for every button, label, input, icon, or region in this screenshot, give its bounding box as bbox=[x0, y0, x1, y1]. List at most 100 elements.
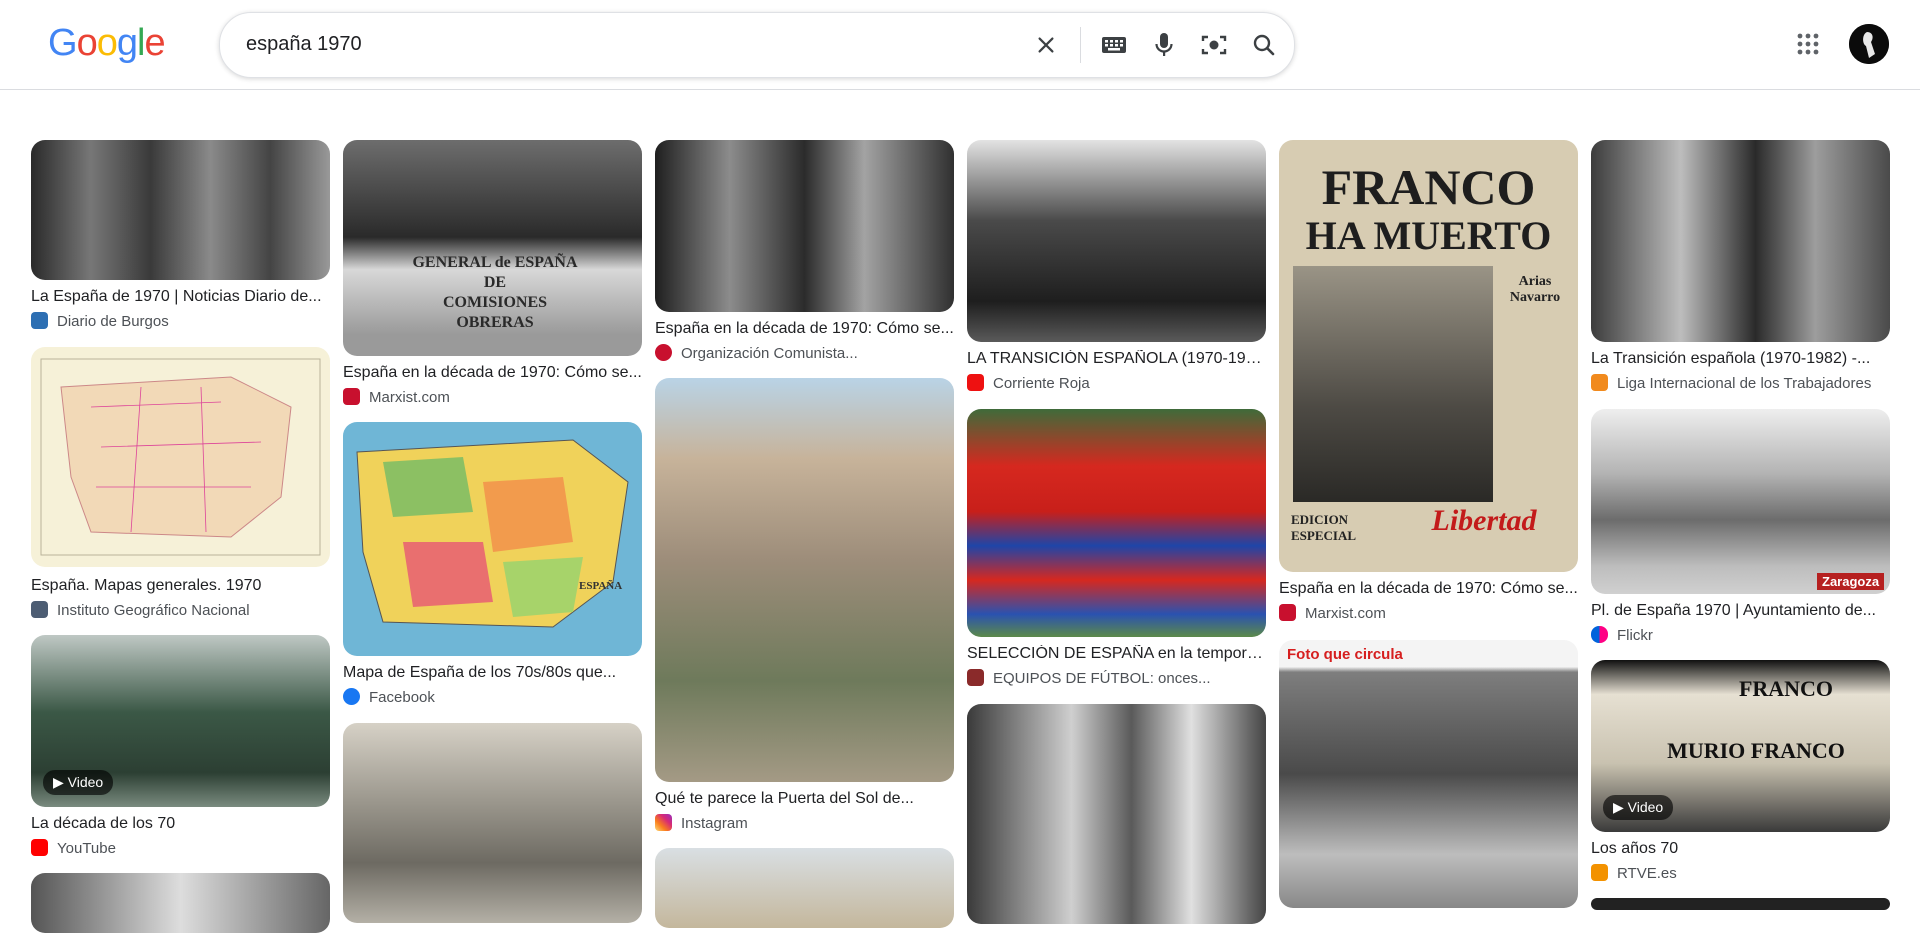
result-image[interactable] bbox=[967, 704, 1266, 924]
result-title[interactable]: La década de los 70 bbox=[31, 815, 330, 833]
top-bar: Google españa 1970 bbox=[0, 0, 1920, 90]
result-source[interactable]: Liga Internacional de los Trabajadores bbox=[1591, 374, 1890, 392]
result-source[interactable]: Instituto Geográfico Nacional bbox=[31, 601, 330, 619]
result-image[interactable] bbox=[31, 873, 330, 933]
google-logo[interactable]: Google bbox=[48, 22, 166, 65]
facebook-icon bbox=[343, 688, 360, 705]
result-image[interactable]: ESPAÑA bbox=[343, 422, 642, 656]
result-source-name: Corriente Roja bbox=[993, 375, 1090, 392]
result-title[interactable]: La Transición española (1970-1982) -... bbox=[1591, 350, 1890, 368]
result-source[interactable]: Flickr bbox=[1591, 626, 1890, 644]
search-box[interactable]: españa 1970 bbox=[219, 12, 1295, 78]
result-title[interactable]: Los años 70 bbox=[1591, 840, 1890, 858]
star-icon bbox=[967, 374, 984, 391]
result-source[interactable]: Marxist.com bbox=[343, 388, 642, 406]
edition-text: EDICION ESPECIAL bbox=[1291, 512, 1357, 543]
result-title[interactable]: Pl. de España 1970 | Ayuntamiento de... bbox=[1591, 602, 1890, 620]
result-source[interactable]: Marxist.com bbox=[1279, 604, 1578, 622]
banner-text: DE bbox=[483, 274, 507, 291]
result-image[interactable]: MURIO FRANCO FRANCO ▶ Video bbox=[1591, 660, 1890, 832]
voice-search-button[interactable] bbox=[1146, 27, 1182, 63]
newspaper-title: Libertad bbox=[1431, 504, 1537, 537]
map-illustration bbox=[40, 358, 321, 556]
result-image[interactable] bbox=[31, 140, 330, 280]
microphone-icon bbox=[1155, 33, 1173, 56]
result-image[interactable]: Zaragoza bbox=[1591, 409, 1890, 594]
banner-text: GENERAL de ESPAÑA bbox=[412, 254, 578, 271]
video-badge-label: Video bbox=[67, 774, 104, 790]
result-source[interactable]: Facebook bbox=[343, 688, 642, 706]
result-title[interactable]: Mapa de España de los 70s/80s que... bbox=[343, 664, 642, 682]
result-title[interactable]: España. Mapas generales. 1970 bbox=[31, 577, 330, 595]
avatar-image bbox=[1849, 24, 1889, 64]
search-button[interactable] bbox=[1246, 27, 1282, 63]
search-icon bbox=[1253, 34, 1275, 56]
result-source[interactable]: Corriente Roja bbox=[967, 374, 1266, 392]
result-source[interactable]: Instagram bbox=[655, 814, 954, 832]
video-badge: ▶ Video bbox=[1603, 795, 1674, 820]
result-image[interactable] bbox=[31, 347, 330, 567]
result-source[interactable]: EQUIPOS DE FÚTBOL: onces... bbox=[967, 669, 1266, 687]
logo-letter: o bbox=[76, 22, 98, 64]
keyboard-icon bbox=[1102, 37, 1126, 53]
flickr-icon bbox=[1591, 626, 1608, 643]
result-source[interactable]: Diario de Burgos bbox=[31, 312, 330, 330]
headline-text: FRANCO bbox=[1321, 159, 1536, 215]
result-image[interactable] bbox=[655, 378, 954, 782]
instagram-icon bbox=[655, 814, 672, 831]
result-title[interactable]: La España de 1970 | Noticias Diario de..… bbox=[31, 288, 330, 306]
result-source[interactable]: YouTube bbox=[31, 839, 330, 857]
result-source-name: Organización Comunista... bbox=[681, 345, 858, 362]
logo-letter: g bbox=[116, 22, 138, 64]
result-source-name: Diario de Burgos bbox=[57, 313, 169, 330]
lens-search-button[interactable] bbox=[1196, 27, 1232, 63]
result-source-name: Instituto Geográfico Nacional bbox=[57, 602, 250, 619]
result-title[interactable]: LA TRANSICIÓN ESPAÑOLA (1970-1982... bbox=[967, 350, 1266, 368]
camera-icon bbox=[1201, 35, 1227, 55]
result-source-name: Marxist.com bbox=[1305, 605, 1386, 622]
result-source-name: Marxist.com bbox=[369, 389, 450, 406]
site-favicon bbox=[1591, 374, 1608, 391]
logo-letter: l bbox=[136, 22, 146, 64]
headline-text: MURIO FRANCO bbox=[1667, 738, 1845, 763]
result-image[interactable] bbox=[1591, 898, 1890, 910]
sidebar-text: Arias Navarro bbox=[1509, 274, 1561, 305]
result-source-name: Liga Internacional de los Trabajadores bbox=[1617, 375, 1872, 392]
map-label: ESPAÑA bbox=[579, 580, 623, 592]
result-image[interactable] bbox=[655, 848, 954, 928]
result-image[interactable]: ▶ Video bbox=[31, 635, 330, 807]
result-image[interactable] bbox=[655, 140, 954, 312]
result-title[interactable]: España en la década de 1970: Cómo se... bbox=[343, 364, 642, 382]
result-image[interactable]: GENERAL de ESPAÑA DE COMISIONES OBRERAS bbox=[343, 140, 642, 356]
result-image[interactable] bbox=[1591, 140, 1890, 342]
search-input[interactable]: españa 1970 bbox=[246, 33, 362, 56]
result-source-name: Flickr bbox=[1617, 627, 1653, 644]
site-favicon bbox=[31, 601, 48, 618]
apps-button[interactable] bbox=[1792, 28, 1824, 60]
result-source-name: EQUIPOS DE FÚTBOL: onces... bbox=[993, 670, 1211, 687]
keyboard-button[interactable] bbox=[1096, 27, 1132, 63]
result-source-name: Facebook bbox=[369, 689, 435, 706]
portrait-photo bbox=[1293, 266, 1493, 502]
result-image[interactable] bbox=[967, 140, 1266, 342]
headline-text: FRANCO bbox=[1738, 676, 1834, 701]
result-image[interactable]: FRANCO HA MUERTO Arias Navarro EDICION E… bbox=[1279, 140, 1578, 572]
result-title[interactable]: SELECCIÓN DE ESPAÑA en la temporad... bbox=[967, 645, 1266, 663]
result-source[interactable]: RTVE.es bbox=[1591, 864, 1890, 882]
logo-letter: G bbox=[48, 22, 78, 64]
site-favicon bbox=[967, 669, 984, 686]
logo-letter: e bbox=[144, 22, 165, 64]
clear-button[interactable] bbox=[1028, 27, 1064, 63]
result-source[interactable]: Organización Comunista... bbox=[655, 344, 954, 362]
result-image[interactable] bbox=[343, 723, 642, 923]
result-image[interactable]: Foto que circula bbox=[1279, 640, 1578, 908]
headline-text: HA MUERTO bbox=[1305, 213, 1552, 258]
video-badge: ▶ Video bbox=[43, 770, 114, 795]
result-title[interactable]: España en la década de 1970: Cómo se... bbox=[1279, 580, 1578, 598]
result-image[interactable] bbox=[967, 409, 1266, 637]
map-illustration bbox=[356, 439, 629, 628]
account-avatar[interactable] bbox=[1849, 24, 1889, 64]
result-source-name: RTVE.es bbox=[1617, 865, 1677, 882]
result-title[interactable]: España en la década de 1970: Cómo se... bbox=[655, 320, 954, 338]
result-title[interactable]: Qué te parece la Puerta del Sol de... bbox=[655, 790, 954, 808]
